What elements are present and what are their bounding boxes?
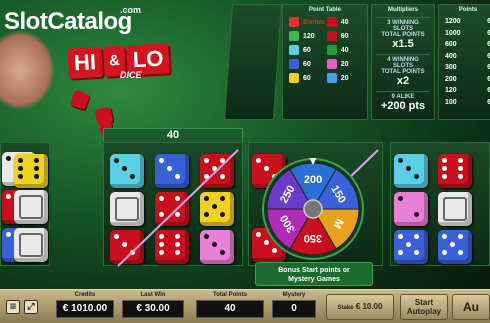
wheel-caption-line2: Mystery Games: [288, 276, 340, 283]
stake-label: Stake: [337, 305, 354, 311]
autoplay-line1: Start: [414, 298, 434, 307]
win-line: [117, 149, 239, 267]
win-lines: [117, 149, 379, 267]
credits-label: Credits: [74, 292, 96, 298]
wheel-caption-line1: Bonus Start points or: [278, 267, 350, 274]
wheel-segment-label: 200: [304, 174, 322, 186]
lastwin-label: Last Win: [140, 292, 166, 298]
totalpoints-label: Total Points: [213, 292, 247, 298]
credits-value: € 1010.00: [56, 300, 114, 318]
wheel-segment-label: 350: [304, 232, 322, 244]
autoplay-line2: Autoplay: [406, 307, 442, 316]
mystery-label: Mystery: [282, 292, 306, 298]
menu-icon[interactable]: ≡: [6, 300, 20, 314]
auto-button[interactable]: Au: [452, 294, 490, 320]
wheel-hub: [303, 199, 323, 219]
fullscreen-icon[interactable]: ⤢: [24, 300, 38, 314]
mystery-value: 0: [272, 300, 316, 318]
bonus-wheel: 200150M350300250: [262, 158, 364, 260]
totalpoints-value: 40: [196, 300, 264, 318]
stake-button[interactable]: Stake € 10.00: [326, 294, 394, 320]
lastwin-value: € 30.00: [122, 300, 184, 318]
autoplay-button[interactable]: Start Autoplay: [400, 294, 448, 320]
stake-value: € 10.00: [355, 302, 383, 311]
wheel-caption: Bonus Start points or Mystery Games: [255, 262, 373, 286]
